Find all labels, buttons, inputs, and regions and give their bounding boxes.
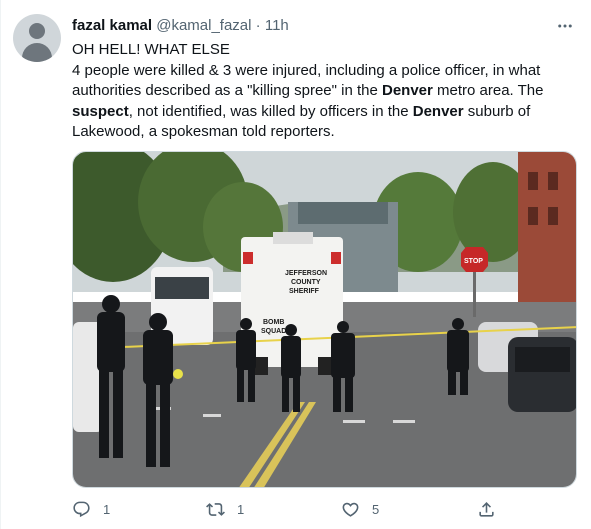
truck-text-5: SQUAD	[261, 328, 286, 335]
tweet-header: fazal kamal @kamal_fazal · 11h	[72, 17, 289, 34]
text-suspect: suspect	[72, 102, 129, 120]
more-icon	[558, 24, 572, 28]
like-button[interactable]: 5	[341, 500, 379, 519]
truck-text-3: SHERIFF	[289, 288, 320, 295]
avatar-shoulders	[22, 43, 52, 62]
tweet-card[interactable]: fazal kamal @kamal_fazal · 11h OH HELL! …	[0, 0, 591, 529]
retweet-icon	[206, 503, 225, 516]
share-icon	[479, 502, 494, 517]
share-button[interactable]	[477, 500, 496, 519]
reply-icon	[73, 501, 90, 518]
more-button[interactable]	[555, 16, 575, 36]
tweet-line-2: 4 people were killed & 3 were injured, i…	[72, 61, 572, 143]
heart-icon	[342, 502, 359, 517]
text-part-c: metro area. The	[432, 82, 544, 99]
text-part-e: , not identified, was killed by officers…	[128, 102, 413, 120]
retweet-button[interactable]: 1	[206, 500, 244, 519]
like-count: 5	[372, 502, 380, 517]
photo-scene: JEFFERSON COUNTY SHERIFF BOMB SQUAD STOP	[73, 152, 576, 487]
reply-count: 1	[103, 502, 111, 517]
author-name[interactable]: fazal kamal	[72, 17, 152, 34]
truck-text-1: JEFFERSON	[285, 270, 327, 277]
text-denver-1: Denver	[381, 82, 433, 99]
stop-sign-text: STOP	[464, 258, 483, 265]
author-handle[interactable]: @kamal_fazal	[156, 17, 251, 34]
text-denver-2: Denver	[412, 102, 464, 120]
tweet-photo[interactable]: JEFFERSON COUNTY SHERIFF BOMB SQUAD STOP	[72, 151, 577, 488]
truck-text-4: BOMB	[263, 319, 284, 326]
tweet-time[interactable]: 11h	[265, 17, 289, 34]
avatar[interactable]	[13, 14, 61, 62]
tweet-text: OH HELL! WHAT ELSE 4 people were killed …	[72, 40, 572, 143]
separator-dot: ·	[255, 17, 261, 34]
tweet-line-1: OH HELL! WHAT ELSE	[72, 41, 230, 58]
action-bar: 1 1 5	[72, 500, 572, 522]
truck-text-2: COUNTY	[291, 279, 321, 286]
reply-button[interactable]: 1	[72, 500, 110, 519]
avatar-head	[29, 23, 45, 39]
retweet-count: 1	[237, 502, 245, 517]
